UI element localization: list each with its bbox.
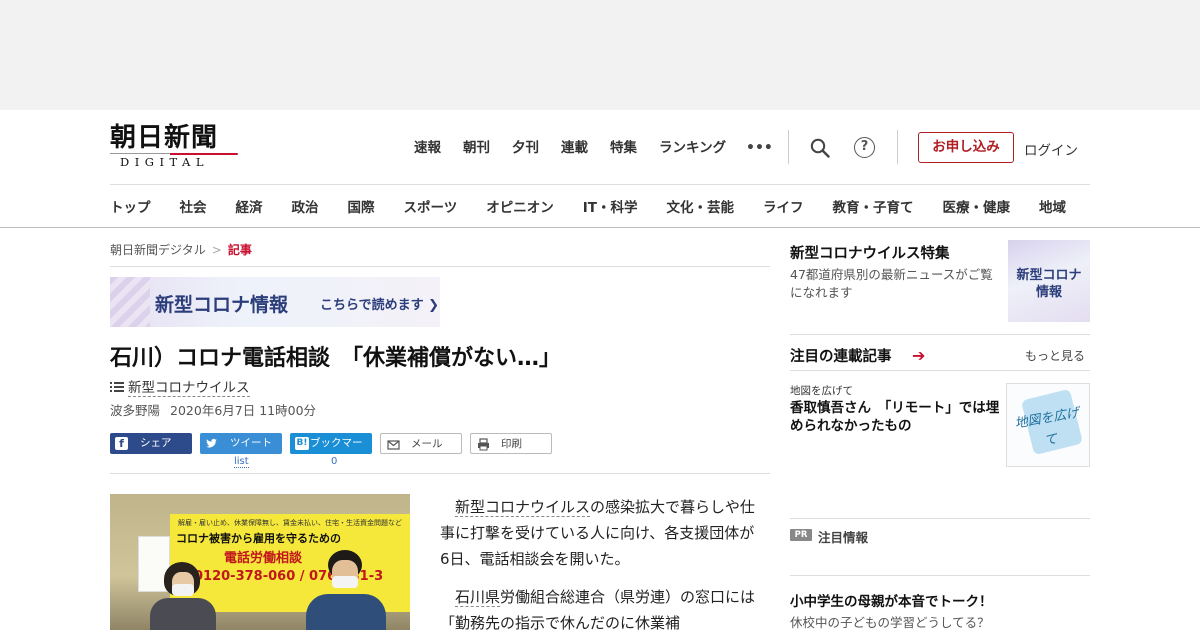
hatena-icon: B! [295, 437, 309, 450]
banner-title: 新型コロナ情報 [155, 294, 289, 316]
mail-share-label: メール [411, 438, 443, 450]
breadcrumb-home[interactable]: 朝日新聞デジタル [110, 243, 206, 257]
breadcrumb: 朝日新聞デジタル > 記事 [110, 241, 252, 258]
person-on-phone [150, 562, 216, 630]
inline-link[interactable]: 新型コロナウイルス [455, 498, 591, 517]
facebook-share-button[interactable]: f シェア [110, 433, 192, 454]
hatena-count[interactable]: 0 [331, 456, 337, 467]
category-nav: トップ 社会 経済 政治 国際 スポーツ オピニオン IT・科学 文化・芸能 ラ… [110, 196, 1095, 216]
feature-thumb-text: 新型コロナ 情報 [1016, 268, 1082, 300]
cat-international[interactable]: 国際 [348, 196, 375, 216]
logo-en: DIGITAL [120, 155, 209, 169]
help-icon[interactable]: ? [854, 137, 875, 158]
publish-date: 2020年6月7日 11時00分 [170, 403, 317, 418]
topnav-morning[interactable]: 朝刊 [463, 136, 490, 156]
hatena-bookmark-button[interactable]: B! ブックマーク [290, 433, 372, 470]
cat-politics[interactable]: 政治 [292, 196, 319, 216]
mail-share-button[interactable]: メール [380, 433, 462, 454]
see-more-link[interactable]: もっと見る [1025, 347, 1085, 364]
person-with-mask [306, 550, 386, 630]
topic-link[interactable]: 新型コロナウイルス [110, 376, 250, 397]
byline: 波多野陽 2020年6月7日 11時00分 [110, 400, 316, 419]
breadcrumb-current: 記事 [227, 243, 252, 257]
top-nav: 速報 朝刊 夕刊 連載 特集 ランキング [414, 136, 748, 156]
article-photo[interactable]: 解雇・雇い止め、休業保障無し、賃金未払い、住宅・生活資金問題など コロナ被害から… [110, 494, 410, 630]
facebook-icon: f [115, 437, 128, 450]
twitter-bird-icon [206, 438, 217, 448]
subscribe-button[interactable]: お申し込み [918, 132, 1014, 163]
list-icon [110, 382, 124, 392]
twitter-share-button[interactable]: ツイート [200, 433, 282, 454]
corona-info-banner[interactable]: 新型コロナ情報 こちらで読めます ❯ [110, 277, 440, 327]
breadcrumb-rule [110, 266, 770, 267]
series-thumbnail[interactable]: 地図を広げて [1006, 383, 1090, 467]
article-body: 新型コロナウイルスの感染拡大で暮らしや仕事に打撃を受けている人に向け、各支援団体… [440, 494, 760, 630]
site-header: 朝日新聞 DIGITAL 速報 朝刊 夕刊 連載 特集 ランキング ••• ? … [0, 110, 1200, 228]
cat-sports[interactable]: スポーツ [404, 196, 458, 216]
topnav-ranking[interactable]: ランキング [659, 136, 726, 156]
logo-jp: 朝日新聞 [110, 123, 219, 153]
header-divider [897, 130, 898, 164]
sidebar-rule [790, 575, 1090, 576]
sidebar-rule [790, 370, 1090, 371]
pr-subtext[interactable]: 休校中の子どもの学習どうしてる？ [790, 612, 990, 630]
topnav-series[interactable]: 連載 [561, 136, 588, 156]
series-headline[interactable]: 香取慎吾さん 「リモート」では埋められなかったもの [790, 399, 1002, 435]
login-link[interactable]: ログイン [1024, 139, 1078, 159]
hatena-bookmark-label: ブックマーク [310, 437, 363, 470]
sidebar-rule [790, 518, 1090, 519]
poster-text: 電話労働相談 [224, 551, 303, 566]
series-thumb-text: 地図を広げて [1013, 405, 1081, 449]
banner-cta: こちらで読めます ❯ [320, 298, 440, 313]
series-kicker: 地図を広げて [790, 385, 853, 397]
cat-opinion[interactable]: オピニオン [486, 196, 554, 216]
more-menu-icon[interactable]: ••• [746, 140, 773, 156]
pr-section-label: 注目情報 [818, 530, 869, 545]
topic-label: 新型コロナウイルス [128, 380, 250, 397]
feature-description: 47都道府県別の最新ニュースがご覧になれます [790, 267, 993, 300]
header-divider [788, 130, 789, 164]
author-name: 波多野陽 [110, 403, 161, 418]
topnav-breaking[interactable]: 速報 [414, 136, 441, 156]
pr-headline[interactable]: 小中学生の母親が本音でトーク！ [790, 590, 993, 610]
breadcrumb-separator: > [211, 243, 222, 257]
article-title: 石川）コロナ電話相談 「休業補償がない…」 [110, 346, 562, 371]
facebook-share-label: シェア [140, 437, 172, 449]
topnav-features[interactable]: 特集 [610, 136, 637, 156]
feature-thumbnail[interactable]: 新型コロナ 情報 [1008, 240, 1090, 322]
cat-society[interactable]: 社会 [180, 196, 207, 216]
series-section-title: 注目の連載記事 [790, 349, 892, 365]
arrow-right-icon: ➔ [912, 346, 926, 365]
cat-region[interactable]: 地域 [1039, 196, 1066, 216]
cat-health[interactable]: 医療・健康 [942, 196, 1010, 216]
pr-badge: PR [790, 529, 812, 541]
banner-decoration [110, 277, 150, 327]
print-label: 印刷 [501, 438, 522, 450]
sidebar-rule [790, 334, 1090, 335]
feature-title[interactable]: 新型コロナウイルス特集 [790, 242, 950, 263]
poster-text: 解雇・雇い止め、休業保障無し、賃金未払い、住宅・生活資金問題など [178, 519, 402, 527]
twitter-share-label: ツイート [230, 437, 272, 449]
cat-culture[interactable]: 文化・芸能 [666, 196, 734, 216]
ad-strip [0, 0, 1200, 110]
cat-economy[interactable]: 経済 [236, 196, 263, 216]
paragraph: 石川県労働組合総連合（県労連）の窓口には「勤務先の指示で休んだのに休業補 [440, 588, 756, 630]
inline-link[interactable]: 石川県 [455, 588, 501, 607]
poster-text: コロナ被害から雇用を守るための [176, 532, 341, 545]
header-rule [110, 184, 1090, 185]
twitter-count[interactable]: list [234, 456, 249, 468]
share-rule [110, 473, 770, 474]
cat-education[interactable]: 教育・子育て [832, 196, 913, 216]
paragraph: 新型コロナウイルスの感染拡大で暮らしや仕事に打撃を受けている人に向け、各支援団体… [440, 498, 755, 568]
mail-icon [387, 440, 400, 450]
print-button[interactable]: 印刷 [470, 433, 552, 454]
topnav-evening[interactable]: 夕刊 [512, 136, 539, 156]
cat-it-science[interactable]: IT・科学 [583, 196, 638, 216]
cat-top[interactable]: トップ [110, 196, 151, 216]
site-logo[interactable]: 朝日新聞 DIGITAL [110, 124, 240, 170]
search-icon[interactable] [810, 138, 830, 158]
cat-life[interactable]: ライフ [763, 196, 804, 216]
print-icon [478, 438, 489, 451]
